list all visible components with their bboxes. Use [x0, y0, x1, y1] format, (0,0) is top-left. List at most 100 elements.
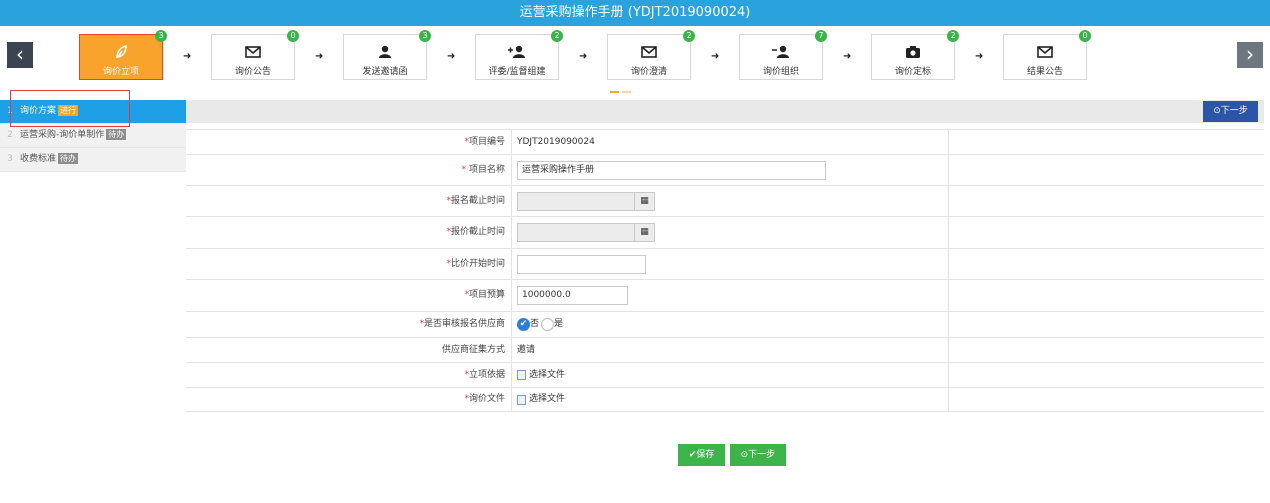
form-row-project-basis: *立项依据 选择文件 [186, 363, 1264, 388]
inquiry-document-file-button[interactable]: 选择文件 [517, 388, 565, 411]
compare-start-input[interactable] [517, 254, 646, 274]
step-label: 询价澄清 [630, 67, 667, 77]
step-label: 询价组织 [762, 67, 799, 77]
field-value: 运营采购操作手册 [512, 155, 949, 185]
sidebar-item-number: 1 [7, 106, 13, 116]
sidebar-item-inquiry-sheet[interactable]: 2 运营采购-询价单制作 待办 [0, 124, 186, 148]
field-label: 供应商征集方式 [186, 338, 512, 362]
field-label-text: 项目编号 [468, 137, 505, 147]
pagination-dot[interactable] [610, 91, 619, 93]
arrow-right-icon: ➜ [843, 51, 852, 62]
form-cell-extra [949, 186, 1264, 216]
arrow-right-icon: ➜ [183, 51, 192, 62]
signup-deadline-input[interactable] [517, 191, 635, 211]
step-label: 询价定标 [894, 67, 931, 77]
step-inquiry-announcement[interactable]: 0 询价公告 [211, 30, 299, 80]
prev-arrow-button[interactable]: ‹ [7, 42, 33, 68]
form-row-review-suppliers: *是否审核报名供应商 ✔ 否 是 [186, 312, 1264, 338]
form-cell-extra [949, 363, 1264, 387]
field-label: *报价截止时间 [186, 217, 512, 248]
project-name-input[interactable]: 运营采购操作手册 [517, 160, 826, 180]
form-cell-extra [949, 338, 1264, 362]
step-inquiry-organization[interactable]: 7 询价组织 [739, 30, 827, 80]
user-add-icon [508, 45, 525, 58]
form-cell-extra [949, 217, 1264, 248]
step-label: 结果公告 [1026, 67, 1063, 77]
arrow-right-icon: ➜ [711, 51, 720, 62]
field-value: 选择文件 [512, 363, 949, 387]
form-row-signup-deadline: *报名截止时间 ▦ [186, 186, 1264, 217]
sidebar-item-inquiry-plan[interactable]: 1 询价方案 进行 [0, 100, 186, 124]
step-inquiry-clarification[interactable]: 2 询价澄清 [607, 30, 695, 80]
form-cell-extra [949, 312, 1264, 337]
file-icon [517, 370, 526, 380]
field-label: *项目编号 [186, 130, 512, 154]
save-button[interactable]: ✔保存 [678, 444, 725, 466]
form-cell-extra [949, 155, 1264, 185]
required-mark: * [461, 165, 469, 175]
field-value: 邀请 [512, 338, 949, 362]
step-send-invitation[interactable]: 3 发送邀请函 [343, 30, 431, 80]
field-label-text: 项目预算 [468, 290, 505, 300]
form-row-supplier-collection: 供应商征集方式 邀请 [186, 338, 1264, 363]
next-step-button-top[interactable]: ⊙下一步 [1203, 101, 1258, 122]
pagination-dot[interactable] [622, 91, 631, 93]
file-button-label: 选择文件 [529, 370, 566, 380]
file-icon [517, 394, 526, 405]
field-label-text: 项目名称 [468, 165, 505, 175]
calendar-icon[interactable]: ▦ [635, 191, 655, 211]
next-arrow-button[interactable]: › [1237, 42, 1263, 68]
envelope-icon [641, 46, 657, 58]
form-row-inquiry-document: *询价文件 选择文件 [186, 388, 1264, 412]
field-label: *项目预算 [186, 280, 512, 311]
form-row-compare-start: *比价开始时间 [186, 249, 1264, 280]
sidebar-item-number: 3 [7, 154, 13, 164]
form-row-budget: *项目预算 1000000.0 [186, 280, 1264, 312]
field-label-text: 供应商征集方式 [441, 345, 505, 355]
project-code-text: YDJT2019090024 [517, 137, 595, 147]
step-badge: 0 [1079, 30, 1091, 42]
form-row-quote-deadline: *报价截止时间 ▦ [186, 217, 1264, 249]
radio-no[interactable]: ✔ [517, 318, 530, 331]
form-cell-extra [949, 130, 1264, 154]
form-row-project-name: * 项目名称 运营采购操作手册 [186, 155, 1264, 186]
sidebar-item-label: 询价方案 [20, 106, 57, 116]
step-badge: 2 [947, 30, 959, 42]
sidebar: 1 询价方案 进行 2 运营采购-询价单制作 待办 3 收费标准 待办 [0, 100, 186, 172]
field-value: 1000000.0 [512, 280, 949, 311]
supplier-collection-text: 邀请 [517, 345, 536, 355]
sidebar-item-label: 收费标准 [20, 154, 57, 164]
quote-deadline-input[interactable] [517, 223, 635, 242]
project-basis-file-button[interactable]: 选择文件 [517, 363, 565, 387]
field-label: *报名截止时间 [186, 186, 512, 216]
field-value [512, 249, 949, 279]
step-committee-setup[interactable]: 2 评委/监督组建 [475, 30, 563, 80]
step-label: 询价公告 [234, 67, 271, 77]
step-badge: 2 [551, 30, 563, 42]
step-label: 评委/监督组建 [488, 67, 546, 77]
envelope-icon [245, 46, 261, 58]
radio-yes[interactable] [541, 318, 555, 331]
arrow-right-icon: ➜ [975, 51, 984, 62]
field-label: *询价文件 [186, 388, 512, 411]
field-value: 选择文件 [512, 388, 949, 411]
field-label: * 项目名称 [186, 155, 512, 185]
arrow-right-icon: ➜ [579, 51, 588, 62]
radio-yes-label: 是 [554, 319, 564, 329]
next-step-button[interactable]: ⊙下一步 [729, 444, 786, 466]
field-label: *是否审核报名供应商 [186, 312, 512, 337]
step-inquiry-setup[interactable]: 3 询价立项 [79, 30, 167, 80]
field-label-text: 询价文件 [468, 394, 505, 404]
sidebar-item-fee-standard[interactable]: 3 收费标准 待办 [0, 148, 186, 172]
step-result-announcement[interactable]: 0 结果公告 [1003, 30, 1091, 80]
calendar-icon[interactable]: ▦ [635, 223, 655, 242]
form-cell-extra [949, 280, 1264, 311]
budget-input[interactable]: 1000000.0 [517, 286, 628, 305]
step-inquiry-award[interactable]: 2 询价定标 [871, 30, 959, 80]
project-form: *项目编号 YDJT2019090024 * 项目名称 运营采购操作手册 *报名… [186, 129, 1264, 412]
field-label-text: 立项依据 [468, 370, 505, 380]
step-badge: 0 [287, 30, 299, 42]
step-badge: 3 [419, 30, 431, 42]
field-label: *立项依据 [186, 363, 512, 387]
radio-no-label: 否 [530, 319, 540, 329]
